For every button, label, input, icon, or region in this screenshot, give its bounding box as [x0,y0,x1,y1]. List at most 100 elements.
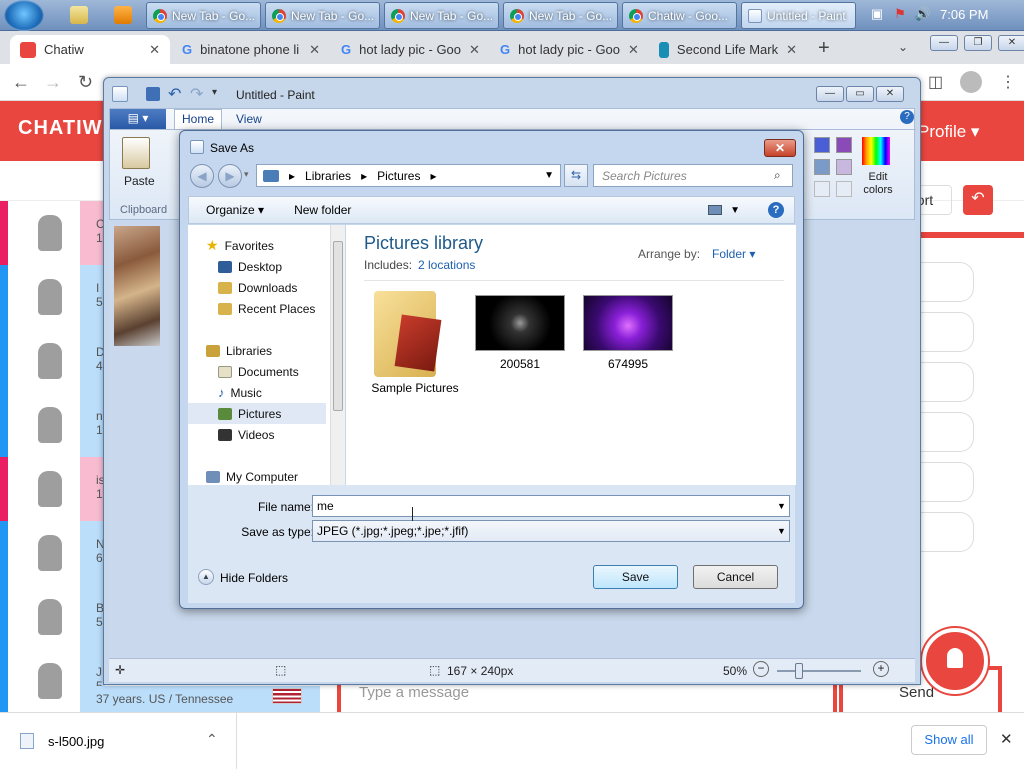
quick-access-dropdown-icon[interactable]: ▾ [212,87,217,98]
color-swatch[interactable] [836,159,852,175]
view-dropdown-icon[interactable]: ▼ [730,205,740,216]
browser-close-button[interactable]: ✕ [998,35,1024,51]
redo-icon[interactable]: ↷ [190,84,203,104]
chat-card[interactable] [920,312,974,352]
menu-icon[interactable]: ⋮ [1000,72,1016,92]
user-row[interactable] [0,521,80,585]
chat-card[interactable] [920,262,974,302]
color-swatch[interactable] [814,159,830,175]
paint-minimize-button[interactable]: — [816,86,844,102]
browser-maximize-button[interactable]: ❐ [964,35,992,51]
nav-libraries[interactable]: Libraries [206,340,344,361]
save-as-type-select[interactable]: JPEG (*.jpg;*.jpeg;*.jpe;*.jfif) ▼ [312,520,790,542]
browser-tab-hot-lady-2[interactable]: G hot lady pic - Goo ✕ [490,35,648,64]
zoom-slider-track[interactable] [777,670,861,672]
help-icon[interactable]: ? [900,110,914,124]
includes-locations-link[interactable]: 2 locations [418,258,475,272]
file-name-input[interactable]: me ▼ [312,495,790,517]
file-674995[interactable]: 674995 [582,289,674,399]
profile-avatar-icon[interactable] [960,71,982,93]
start-button[interactable] [4,0,44,31]
view-options-icon[interactable] [708,205,723,215]
close-tab-icon[interactable]: ✕ [309,42,320,58]
clock[interactable]: 7:06 PM [940,7,988,22]
close-tab-icon[interactable]: ✕ [469,42,480,58]
new-tab-button[interactable]: + [818,37,830,60]
nav-pictures[interactable]: Pictures [188,403,326,424]
chevron-down-icon[interactable]: ▼ [777,501,786,511]
taskbar-item-new-tab-4[interactable]: New Tab - Go... [503,2,618,29]
taskbar-item-new-tab-1[interactable]: New Tab - Go... [146,2,261,29]
chevron-up-icon[interactable]: ⌃ [206,731,218,748]
nav-my-computer[interactable]: My Computer [206,466,344,487]
back-nav-button[interactable]: ◀ [190,164,214,188]
user-row[interactable] [0,393,80,457]
ribbon-tab-view[interactable]: View [236,112,262,126]
color-swatch[interactable] [814,181,830,197]
user-row[interactable] [0,265,80,329]
arrange-dropdown[interactable]: Folder ▾ [712,247,755,261]
user-row[interactable] [0,457,80,521]
color-swatch[interactable] [836,181,852,197]
chat-card[interactable] [920,462,974,502]
canvas-image[interactable] [114,226,160,346]
undo-icon[interactable]: ↶ [168,84,181,104]
profile-menu[interactable]: Profile ▾ [918,122,979,142]
side-panel-icon[interactable]: ◫ [928,72,943,92]
organize-button[interactable]: Organize ▾ [206,203,264,217]
close-tab-icon[interactable]: ✕ [628,42,639,58]
show-all-button[interactable]: Show all [911,725,987,755]
browser-minimize-button[interactable]: — [930,35,958,51]
network-icon[interactable]: ▣ [868,6,886,24]
paint-file-menu[interactable]: ▤ ▾ [110,109,166,129]
user-row[interactable] [0,201,80,265]
close-tab-icon[interactable]: ✕ [786,42,797,58]
edit-colors-label[interactable]: Edit colors [858,171,898,197]
chat-card[interactable] [920,362,974,402]
media-player-icon[interactable] [114,6,132,24]
chat-card[interactable] [920,412,974,452]
action-center-icon[interactable]: ⚑ [891,6,909,24]
paint-app-icon[interactable] [112,86,128,102]
file-200581[interactable]: 200581 [474,289,566,399]
taskbar-item-paint[interactable]: Untitled - Paint [741,2,856,29]
save-quick-icon[interactable] [146,87,160,101]
nav-scrollbar-thumb[interactable] [333,241,343,411]
folder-sample-pictures[interactable]: Sample Pictures [368,289,459,399]
user-row[interactable] [0,649,80,713]
zoom-out-button[interactable]: − [753,661,769,677]
recent-locations-icon[interactable]: ▾ [244,169,249,180]
dialog-close-button[interactable]: ✕ [764,139,796,157]
chevron-up-icon[interactable]: ▲ [198,569,214,585]
paint-close-button[interactable]: ✕ [876,86,904,102]
color-swatch[interactable] [836,137,852,153]
site-logo[interactable]: CHATIW [18,117,103,140]
tab-search-icon[interactable]: ⌄ [898,40,908,54]
save-button[interactable]: Save [593,565,678,589]
chevron-down-icon[interactable]: ▼ [544,170,554,181]
chat-card[interactable] [920,512,974,552]
help-icon[interactable]: ? [768,202,784,218]
user-row[interactable] [0,585,80,649]
browser-tab-chatiw[interactable]: Chatiw ✕ [10,35,170,64]
back-icon[interactable]: ← [12,72,30,93]
breadcrumb-libraries[interactable]: Libraries [305,169,351,183]
reload-icon[interactable]: ↻ [78,72,93,93]
breadcrumb[interactable]: ▸ Libraries ▸ Pictures ▸ ▼ [256,164,561,187]
breadcrumb-pictures[interactable]: Pictures [377,169,420,183]
color-swatch[interactable] [814,137,830,153]
taskbar-item-chatiw[interactable]: Chatiw - Goo... [622,2,737,29]
refresh-button[interactable]: ⇆ [564,164,588,187]
hide-folders-button[interactable]: Hide Folders [220,571,288,585]
close-downloads-icon[interactable]: ✕ [1000,730,1013,748]
ribbon-tab-home[interactable]: Home [174,109,222,129]
paint-maximize-button[interactable]: ▭ [846,86,874,102]
browser-tab-second-life[interactable]: Second Life Mark ✕ [649,35,807,64]
download-filename[interactable]: s-l500.jpg [48,734,104,749]
taskbar-item-new-tab-3[interactable]: New Tab - Go... [384,2,499,29]
notification-bell-button[interactable] [922,628,988,694]
browser-tab-hot-lady-1[interactable]: G hot lady pic - Goo ✕ [331,35,489,64]
new-folder-button[interactable]: New folder [294,203,351,217]
search-input[interactable]: Search Pictures ⌕ [593,164,793,187]
nav-scrollbar[interactable] [330,225,345,485]
